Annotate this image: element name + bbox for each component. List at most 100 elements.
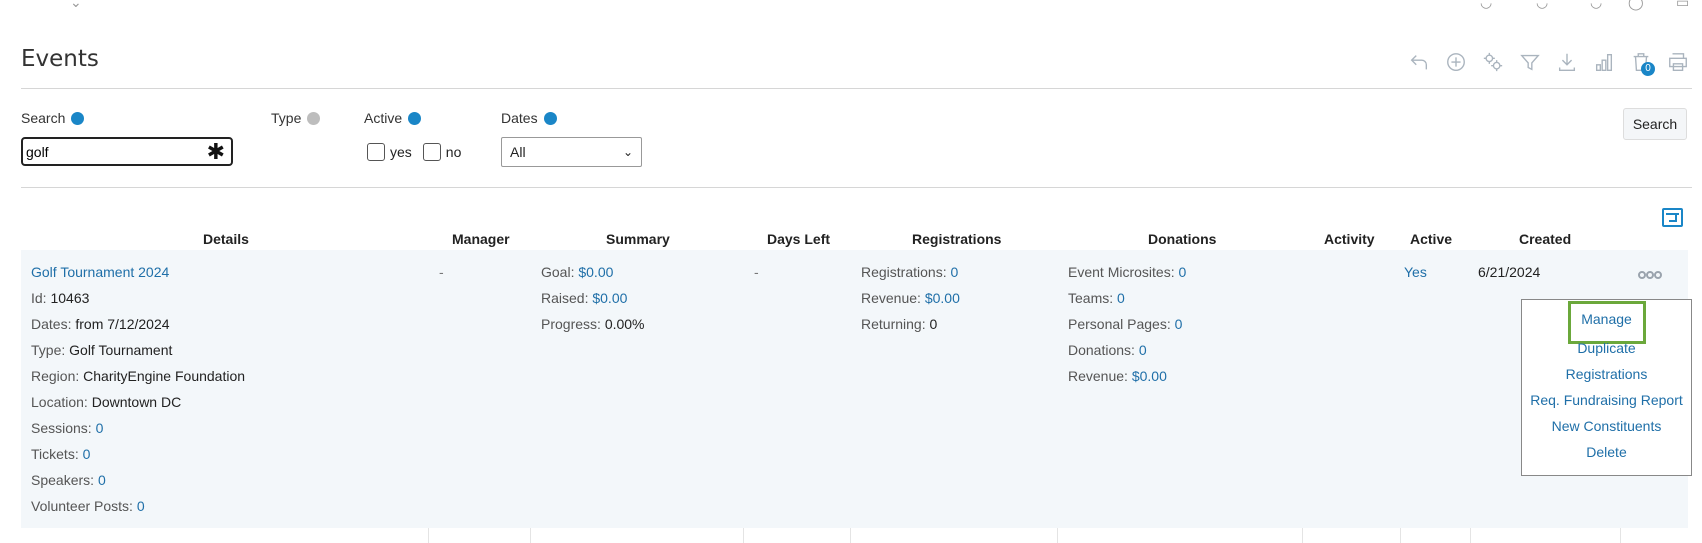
donations-cell: Event Microsites: 0 Teams: 0 Personal Pa…	[1068, 259, 1186, 389]
teams-link[interactable]: 0	[1117, 290, 1125, 306]
column-settings-icon[interactable]	[1662, 208, 1683, 227]
active-yes-label: yes	[390, 144, 412, 160]
days-left-cell: -	[754, 264, 759, 280]
column-divider	[1620, 528, 1621, 543]
top-strip: ⌄ ◡ ◡ ◡ ◯ ▭	[0, 0, 1702, 10]
menu-item-duplicate[interactable]: Duplicate	[1522, 340, 1691, 356]
header-manager[interactable]: Manager	[452, 231, 510, 247]
detail-key: Region:	[31, 368, 80, 384]
active-label-text: Active	[364, 110, 403, 126]
header-days-left[interactable]: Days Left	[767, 231, 830, 247]
summary-key: Raised:	[541, 290, 589, 306]
detail-key: Dates:	[31, 316, 72, 332]
active-status-link[interactable]: Yes	[1404, 259, 1427, 285]
header-active[interactable]: Active	[1410, 231, 1452, 247]
delete-count-badge: 0	[1641, 62, 1655, 76]
returning-value: 0	[929, 316, 938, 332]
column-divider	[530, 528, 531, 543]
active-filter-label: Active	[364, 110, 422, 126]
info-dot-icon[interactable]	[71, 111, 85, 125]
dates-label-text: Dates	[501, 110, 538, 126]
settings-icon[interactable]	[1479, 48, 1507, 76]
search-button[interactable]: Search	[1623, 108, 1687, 140]
header-donations[interactable]: Donations	[1148, 231, 1216, 247]
speakers-link[interactable]: 0	[98, 472, 106, 488]
registrations-cell: Registrations: 0 Revenue: $0.00 Returnin…	[861, 259, 960, 337]
details-cell: Golf Tournament 2024 Id: 10463 Dates: fr…	[31, 259, 245, 519]
menu-item-new-constituents[interactable]: New Constituents	[1522, 418, 1691, 434]
chevron-icon: ⌄	[70, 0, 82, 10]
toolbar: 0	[1405, 48, 1692, 76]
delete-icon[interactable]: 0	[1627, 48, 1655, 76]
detail-key: Type:	[31, 342, 66, 358]
info-dot-icon[interactable]	[307, 111, 321, 125]
registrations-key: Revenue:	[861, 290, 921, 306]
help-icon[interactable]: ◯	[1628, 0, 1644, 11]
top-icon[interactable]: ◡	[1590, 0, 1602, 11]
header-summary[interactable]: Summary	[606, 231, 670, 247]
header-created[interactable]: Created	[1519, 231, 1571, 247]
top-icon[interactable]: ◡	[1480, 0, 1492, 11]
registrations-key: Registrations:	[861, 264, 947, 280]
menu-item-registrations[interactable]: Registrations	[1522, 366, 1691, 382]
chart-icon[interactable]	[1590, 48, 1618, 76]
active-no-checkbox[interactable]	[422, 143, 441, 161]
detail-key: Tickets:	[31, 446, 79, 462]
event-name-link[interactable]: Golf Tournament 2024	[31, 264, 169, 280]
menu-item-manage[interactable]: Manage	[1567, 301, 1646, 344]
top-icon[interactable]: ◡	[1536, 0, 1548, 11]
detail-value: 10463	[50, 290, 90, 306]
menu-item-delete[interactable]: Delete	[1522, 444, 1691, 460]
info-dot-icon[interactable]	[408, 111, 422, 125]
search-filter-label: Search	[21, 110, 85, 126]
header-registrations[interactable]: Registrations	[912, 231, 1001, 247]
revenue-link[interactable]: $0.00	[925, 290, 960, 306]
donations-count-link[interactable]: 0	[1139, 342, 1147, 358]
summary-cell: Goal: $0.00 Raised: $0.00 Progress: 0.00…	[541, 259, 645, 337]
column-divider	[1400, 528, 1401, 543]
back-icon[interactable]	[1405, 48, 1433, 76]
microsites-link[interactable]: 0	[1178, 264, 1186, 280]
registrations-count-link[interactable]: 0	[950, 264, 958, 280]
column-divider	[1057, 528, 1058, 543]
donations-key: Personal Pages:	[1068, 316, 1171, 332]
donations-key: Donations:	[1068, 342, 1135, 358]
raised-link[interactable]: $0.00	[592, 290, 627, 306]
add-icon[interactable]	[1442, 48, 1470, 76]
user-icon[interactable]: ▭	[1676, 0, 1689, 11]
menu-item-fundraising-report[interactable]: Req. Fundraising Report	[1522, 392, 1691, 408]
table-row	[21, 250, 1688, 528]
download-icon[interactable]	[1553, 48, 1581, 76]
column-divider	[428, 528, 429, 543]
detail-key: Sessions:	[31, 420, 92, 436]
search-field[interactable]: ✱	[21, 137, 233, 166]
print-icon[interactable]	[1664, 48, 1692, 76]
registrations-key: Returning:	[861, 316, 926, 332]
goal-link[interactable]: $0.00	[578, 264, 613, 280]
donations-key: Teams:	[1068, 290, 1114, 306]
page-title: Events	[21, 46, 99, 72]
filter-icon[interactable]	[1516, 48, 1544, 76]
header-details[interactable]: Details	[203, 231, 249, 247]
tickets-link[interactable]: 0	[83, 446, 91, 462]
search-input[interactable]	[26, 143, 196, 160]
chevron-down-icon: ⌄	[622, 145, 633, 159]
dates-select[interactable]: All ⌄	[501, 137, 642, 167]
filter-divider	[21, 187, 1692, 188]
sessions-link[interactable]: 0	[96, 420, 104, 436]
type-filter-label: Type	[271, 110, 321, 126]
detail-key: Id:	[31, 290, 47, 306]
clear-search-icon[interactable]: ✱	[207, 140, 225, 163]
column-divider	[1302, 528, 1303, 543]
progress-value: 0.00%	[604, 316, 645, 332]
active-checkboxes: yes no	[367, 143, 467, 161]
active-no-label: no	[445, 144, 462, 160]
active-yes-checkbox[interactable]	[367, 143, 385, 161]
header-activity[interactable]: Activity	[1324, 231, 1375, 247]
info-dot-icon[interactable]	[543, 111, 557, 125]
donations-revenue-link[interactable]: $0.00	[1132, 368, 1167, 384]
more-options-icon[interactable]	[1638, 266, 1662, 282]
dates-selected-value: All	[510, 144, 526, 160]
volunteer-posts-link[interactable]: 0	[137, 498, 145, 514]
personal-pages-link[interactable]: 0	[1175, 316, 1183, 332]
